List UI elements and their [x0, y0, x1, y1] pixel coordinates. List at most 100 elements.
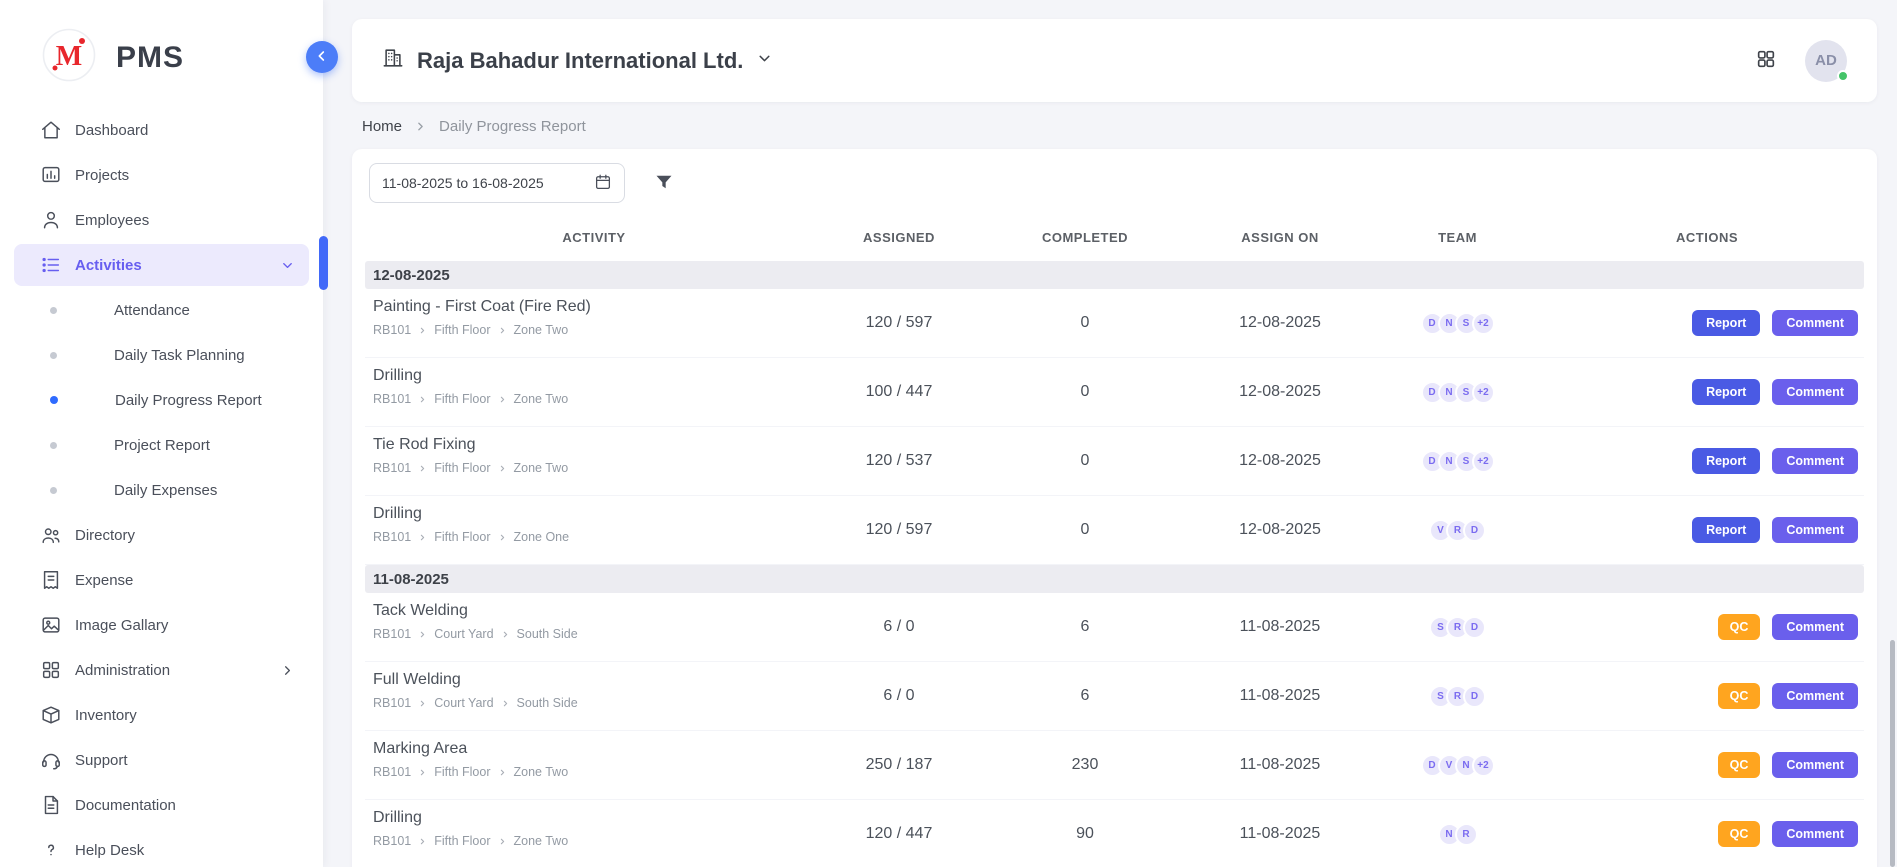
- qc-button[interactable]: QC: [1718, 683, 1761, 710]
- completed-value: 0: [975, 452, 1195, 470]
- team-overflow-badge[interactable]: +2: [1472, 381, 1495, 404]
- user-avatar[interactable]: AD: [1805, 40, 1847, 82]
- qc-button[interactable]: QC: [1718, 821, 1761, 848]
- comment-button[interactable]: Comment: [1772, 752, 1858, 779]
- apps-menu-button[interactable]: [1755, 48, 1777, 73]
- sidebar-item-expense[interactable]: Expense: [14, 559, 309, 601]
- activities-icon: [40, 254, 62, 276]
- calendar-icon: [594, 173, 612, 194]
- actions-cell: Report Comment: [1550, 310, 1864, 337]
- table-header-row: ACTIVITY ASSIGNED COMPLETED ASSIGN ON TE…: [365, 213, 1864, 261]
- sidebar-item-help-desk[interactable]: Help Desk: [14, 829, 309, 867]
- breadcrumb-home-link[interactable]: Home: [362, 118, 402, 135]
- completed-value: 0: [975, 383, 1195, 401]
- column-header-completed: COMPLETED: [975, 230, 1195, 245]
- employees-icon: [40, 209, 62, 231]
- sidebar-subitem-daily-task-planning[interactable]: Daily Task Planning: [14, 334, 309, 376]
- sidebar-item-directory[interactable]: Directory: [14, 514, 309, 556]
- activity-title[interactable]: Full Welding: [373, 671, 823, 689]
- online-status-dot: [1837, 70, 1849, 82]
- team-overflow-badge[interactable]: +2: [1472, 754, 1495, 777]
- bullet-icon: [50, 352, 57, 359]
- actions-cell: QC Comment: [1550, 683, 1864, 710]
- report-button[interactable]: Report: [1692, 310, 1760, 337]
- team-avatars: D V N +2: [1365, 754, 1550, 777]
- chevron-left-icon: [314, 48, 330, 67]
- company-selector[interactable]: Raja Bahadur International Ltd.: [382, 47, 773, 74]
- path-zone: Zone Two: [514, 323, 569, 337]
- column-header-assign-on: ASSIGN ON: [1195, 230, 1365, 245]
- vertical-scrollbar[interactable]: [1890, 640, 1895, 867]
- comment-button[interactable]: Comment: [1772, 310, 1858, 337]
- activity-title[interactable]: Marking Area: [373, 740, 823, 758]
- assigned-value: 120 / 597: [823, 521, 975, 539]
- activity-title[interactable]: Drilling: [373, 505, 823, 523]
- date-range-input[interactable]: 11-08-2025 to 16-08-2025: [369, 163, 625, 203]
- report-button[interactable]: Report: [1692, 517, 1760, 544]
- team-avatar: D: [1463, 616, 1486, 639]
- table-row: Drilling RB101 Fifth Floor Zone One 120 …: [365, 496, 1864, 565]
- path-zone: South Side: [517, 627, 578, 641]
- activity-title[interactable]: Drilling: [373, 367, 823, 385]
- assigned-value: 100 / 447: [823, 383, 975, 401]
- comment-button[interactable]: Comment: [1772, 517, 1858, 544]
- path-floor: Court Yard: [434, 696, 493, 710]
- sidebar-item-employees[interactable]: Employees: [14, 199, 309, 241]
- report-button[interactable]: Report: [1692, 448, 1760, 475]
- sidebar-item-image-gallery[interactable]: Image Gallary: [14, 604, 309, 646]
- directory-icon: [40, 524, 62, 546]
- sidebar-item-administration[interactable]: Administration: [14, 649, 309, 691]
- sidebar-subitem-daily-progress-report[interactable]: Daily Progress Report: [14, 379, 309, 421]
- team-overflow-badge[interactable]: +2: [1472, 450, 1495, 473]
- activity-path: RB101 Fifth Floor Zone Two: [373, 765, 823, 779]
- chevron-right-icon: [498, 464, 507, 473]
- activity-path: RB101 Court Yard South Side: [373, 627, 823, 641]
- chevron-right-icon: [418, 464, 427, 473]
- report-button[interactable]: Report: [1692, 379, 1760, 406]
- sidebar-item-label: Employees: [75, 212, 149, 229]
- activity-title[interactable]: Tack Welding: [373, 602, 823, 620]
- path-zone: South Side: [517, 696, 578, 710]
- sidebar-subitem-label: Daily Progress Report: [115, 392, 262, 409]
- filter-button[interactable]: [654, 172, 674, 195]
- chevron-right-icon: [501, 699, 510, 708]
- completed-value: 90: [975, 825, 1195, 843]
- path-project: RB101: [373, 461, 411, 475]
- assign-on-value: 11-08-2025: [1195, 687, 1365, 705]
- sidebar-item-label: Documentation: [75, 797, 176, 814]
- sidebar-item-documentation[interactable]: Documentation: [14, 784, 309, 826]
- activity-title[interactable]: Drilling: [373, 809, 823, 827]
- actions-cell: QC Comment: [1550, 614, 1864, 641]
- sidebar-item-projects[interactable]: Projects: [14, 154, 309, 196]
- comment-button[interactable]: Comment: [1772, 379, 1858, 406]
- qc-button[interactable]: QC: [1718, 752, 1761, 779]
- sidebar-item-inventory[interactable]: Inventory: [14, 694, 309, 736]
- sidebar-collapse-button[interactable]: [306, 41, 338, 73]
- activity-cell: Full Welding RB101 Court Yard South Side: [365, 662, 823, 730]
- comment-button[interactable]: Comment: [1772, 614, 1858, 641]
- activity-title[interactable]: Tie Rod Fixing: [373, 436, 823, 454]
- sidebar-item-label: Support: [75, 752, 128, 769]
- sidebar-subitem-attendance[interactable]: Attendance: [14, 289, 309, 331]
- breadcrumb: Home Daily Progress Report: [352, 102, 1877, 149]
- chevron-right-icon: [418, 630, 427, 639]
- activity-title[interactable]: Painting - First Coat (Fire Red): [373, 298, 823, 316]
- comment-button[interactable]: Comment: [1772, 683, 1858, 710]
- sidebar-item-dashboard[interactable]: Dashboard: [14, 109, 309, 151]
- table-row: Drilling RB101 Fifth Floor Zone Two 100 …: [365, 358, 1864, 427]
- assigned-value: 250 / 187: [823, 756, 975, 774]
- team-avatars: S R D: [1365, 616, 1550, 639]
- path-zone: Zone Two: [514, 392, 569, 406]
- activity-path: RB101 Fifth Floor Zone Two: [373, 461, 823, 475]
- comment-button[interactable]: Comment: [1772, 821, 1858, 848]
- qc-button[interactable]: QC: [1718, 614, 1761, 641]
- assigned-value: 6 / 0: [823, 687, 975, 705]
- sidebar-subitem-daily-expenses[interactable]: Daily Expenses: [14, 469, 309, 511]
- brand-name: PMS: [116, 41, 184, 75]
- sidebar-item-activities[interactable]: Activities: [14, 244, 309, 286]
- sidebar-subitem-project-report[interactable]: Project Report: [14, 424, 309, 466]
- path-project: RB101: [373, 627, 411, 641]
- comment-button[interactable]: Comment: [1772, 448, 1858, 475]
- team-overflow-badge[interactable]: +2: [1472, 312, 1495, 335]
- sidebar-item-support[interactable]: Support: [14, 739, 309, 781]
